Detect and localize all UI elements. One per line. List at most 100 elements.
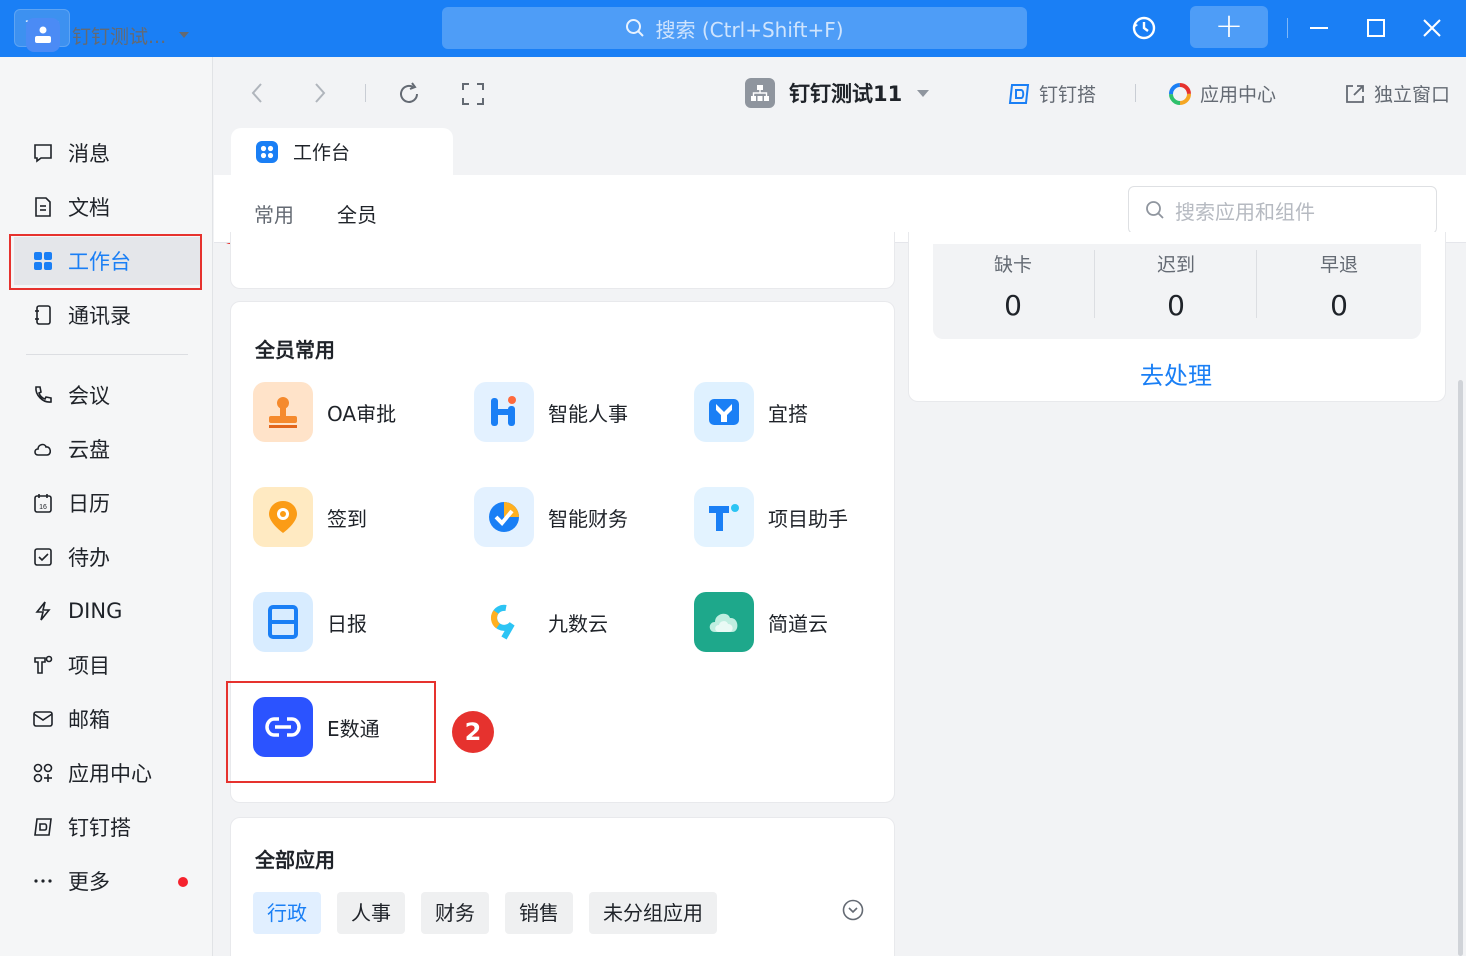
calendar-icon: 16 [34, 494, 52, 513]
app-label: OA审批 [327, 401, 397, 426]
app-daily-report[interactable]: 日报 [253, 592, 367, 652]
sidebar-item-label: 云盘 [68, 438, 110, 462]
sidebar-item-calendar[interactable]: 16 日历 [14, 479, 200, 527]
category-chip-finance[interactable]: 财务 [421, 892, 489, 934]
stat-value: 0 [1004, 289, 1022, 322]
sidebar-item-docs[interactable]: 文档 [14, 183, 200, 231]
location-pin-icon [253, 487, 313, 547]
content-scrollbar[interactable] [1458, 380, 1463, 956]
sidebar-item-meeting[interactable]: 会议 [14, 371, 200, 419]
common-apps-title: 全员常用 [255, 338, 335, 362]
sidebar-item-more[interactable]: 更多 [14, 857, 200, 905]
app-label: 智能人事 [548, 401, 628, 426]
cloud-app-icon [694, 592, 754, 652]
project-helper-icon [694, 487, 754, 547]
subtab-common[interactable]: 常用 [254, 199, 294, 228]
app-center-link[interactable]: 应用中心 [1168, 80, 1276, 107]
yida-icon [694, 382, 754, 442]
close-icon[interactable] [1412, 8, 1452, 48]
handle-action-link[interactable]: 去处理 [1140, 356, 1212, 391]
sidebar-item-app-center[interactable]: 应用中心 [14, 749, 200, 797]
sidebar-item-todo[interactable]: 待办 [14, 533, 200, 581]
toolbar-divider [1135, 84, 1136, 102]
sidebar-item-dingda[interactable]: 钉钉搭 [14, 803, 200, 851]
app-center-brand-icon [1169, 82, 1191, 105]
tab-label: 工作台 [293, 142, 351, 164]
search-icon [626, 19, 645, 37]
stat-divider [1094, 250, 1095, 318]
maximize-icon[interactable] [1356, 8, 1396, 48]
app-smart-hr[interactable]: 智能人事 [474, 382, 628, 442]
sidebar-item-contacts[interactable]: 通讯录 [14, 291, 200, 339]
app-jiushu-cloud[interactable]: 九数云 [474, 592, 608, 652]
stat-late[interactable]: 迟到 0 [1096, 250, 1256, 322]
sidebar-item-label: 待办 [68, 546, 110, 570]
category-chip-sales[interactable]: 销售 [505, 892, 573, 934]
all-apps-card [230, 817, 895, 956]
dingda-brand-icon [1008, 83, 1030, 104]
sidebar-item-project[interactable]: 项目 [14, 641, 200, 689]
lightning-icon [35, 601, 51, 621]
tab-workbench[interactable]: 工作台 [231, 128, 453, 175]
highlight-frame-workbench [9, 234, 202, 290]
global-search-placeholder: 搜索 (Ctrl+Shift+F) [655, 17, 844, 42]
org-switcher[interactable]: 钉钉测试... [26, 18, 190, 52]
back-icon[interactable] [248, 80, 266, 113]
sidebar-item-label: 日历 [68, 492, 110, 516]
sidebar-item-label: 会议 [68, 384, 110, 408]
app-project-assistant[interactable]: 项目助手 [694, 487, 848, 547]
jiushu-icon [474, 592, 534, 652]
notification-dot [178, 877, 188, 887]
forward-icon[interactable] [311, 80, 329, 113]
standalone-window-link[interactable]: 独立窗口 [1344, 80, 1450, 107]
titlebar-divider [1287, 18, 1288, 38]
category-chip-ungrouped[interactable]: 未分组应用 [589, 892, 717, 934]
app-search-input[interactable]: 搜索应用和组件 [1128, 186, 1437, 234]
workspace-switcher[interactable]: 钉钉测试11 [745, 78, 930, 108]
app-check-in[interactable]: 签到 [253, 487, 367, 547]
stat-label: 早退 [1319, 254, 1358, 276]
refresh-icon[interactable] [396, 81, 422, 114]
app-yida[interactable]: 宜搭 [694, 382, 808, 442]
create-button[interactable]: + [1190, 6, 1268, 48]
sidebar-item-label: 消息 [68, 142, 110, 166]
project-icon [34, 655, 53, 674]
sidebar-item-cloud-disk[interactable]: 云盘 [14, 425, 200, 473]
sidebar-item-label: 邮箱 [68, 708, 110, 732]
apps-icon [33, 763, 53, 783]
toolbar-divider [365, 84, 366, 102]
sidebar-item-messages[interactable]: 消息 [14, 129, 200, 177]
sidebar-item-label: 更多 [68, 870, 110, 894]
stat-early-leave[interactable]: 早退 0 [1259, 250, 1419, 322]
workspace-title: 钉钉测试11 [789, 82, 903, 106]
app-label: 项目助手 [768, 506, 848, 531]
sidebar-item-label: DING [68, 599, 123, 623]
history-icon[interactable] [1124, 8, 1164, 48]
expand-chevron-icon[interactable] [842, 899, 864, 925]
fullscreen-icon[interactable] [460, 81, 486, 114]
category-chip-admin[interactable]: 行政 [253, 892, 321, 934]
app-oa-approval[interactable]: OA审批 [253, 382, 396, 442]
app-label: 简道云 [768, 611, 828, 636]
org-name: 钉钉测试... [72, 25, 167, 48]
finance-icon [474, 487, 534, 547]
app-smart-finance[interactable]: 智能财务 [474, 487, 628, 547]
minimize-icon[interactable] [1299, 8, 1339, 48]
app-jiandao-cloud[interactable]: 简道云 [694, 592, 828, 652]
subtab-all-staff[interactable]: 全员 [337, 199, 377, 228]
search-icon [1146, 201, 1164, 219]
category-chip-hr[interactable]: 人事 [337, 892, 405, 934]
sidebar-item-ding[interactable]: DING [14, 587, 200, 635]
global-search-box[interactable]: 搜索 (Ctrl+Shift+F) [442, 7, 1027, 49]
stat-divider [1256, 250, 1257, 318]
caret-down-icon [179, 32, 190, 38]
stat-label: 迟到 [1156, 254, 1195, 276]
dingda-link[interactable]: 钉钉搭 [1007, 80, 1096, 107]
caret-down-icon [917, 89, 930, 97]
dingda-icon [34, 818, 52, 836]
checkbox-icon [34, 548, 52, 566]
sidebar-item-mail[interactable]: 邮箱 [14, 695, 200, 743]
step-badge-2: 2 [452, 711, 494, 753]
stat-missing-card[interactable]: 缺卡 0 [933, 250, 1093, 322]
all-apps-title: 全部应用 [255, 848, 335, 872]
